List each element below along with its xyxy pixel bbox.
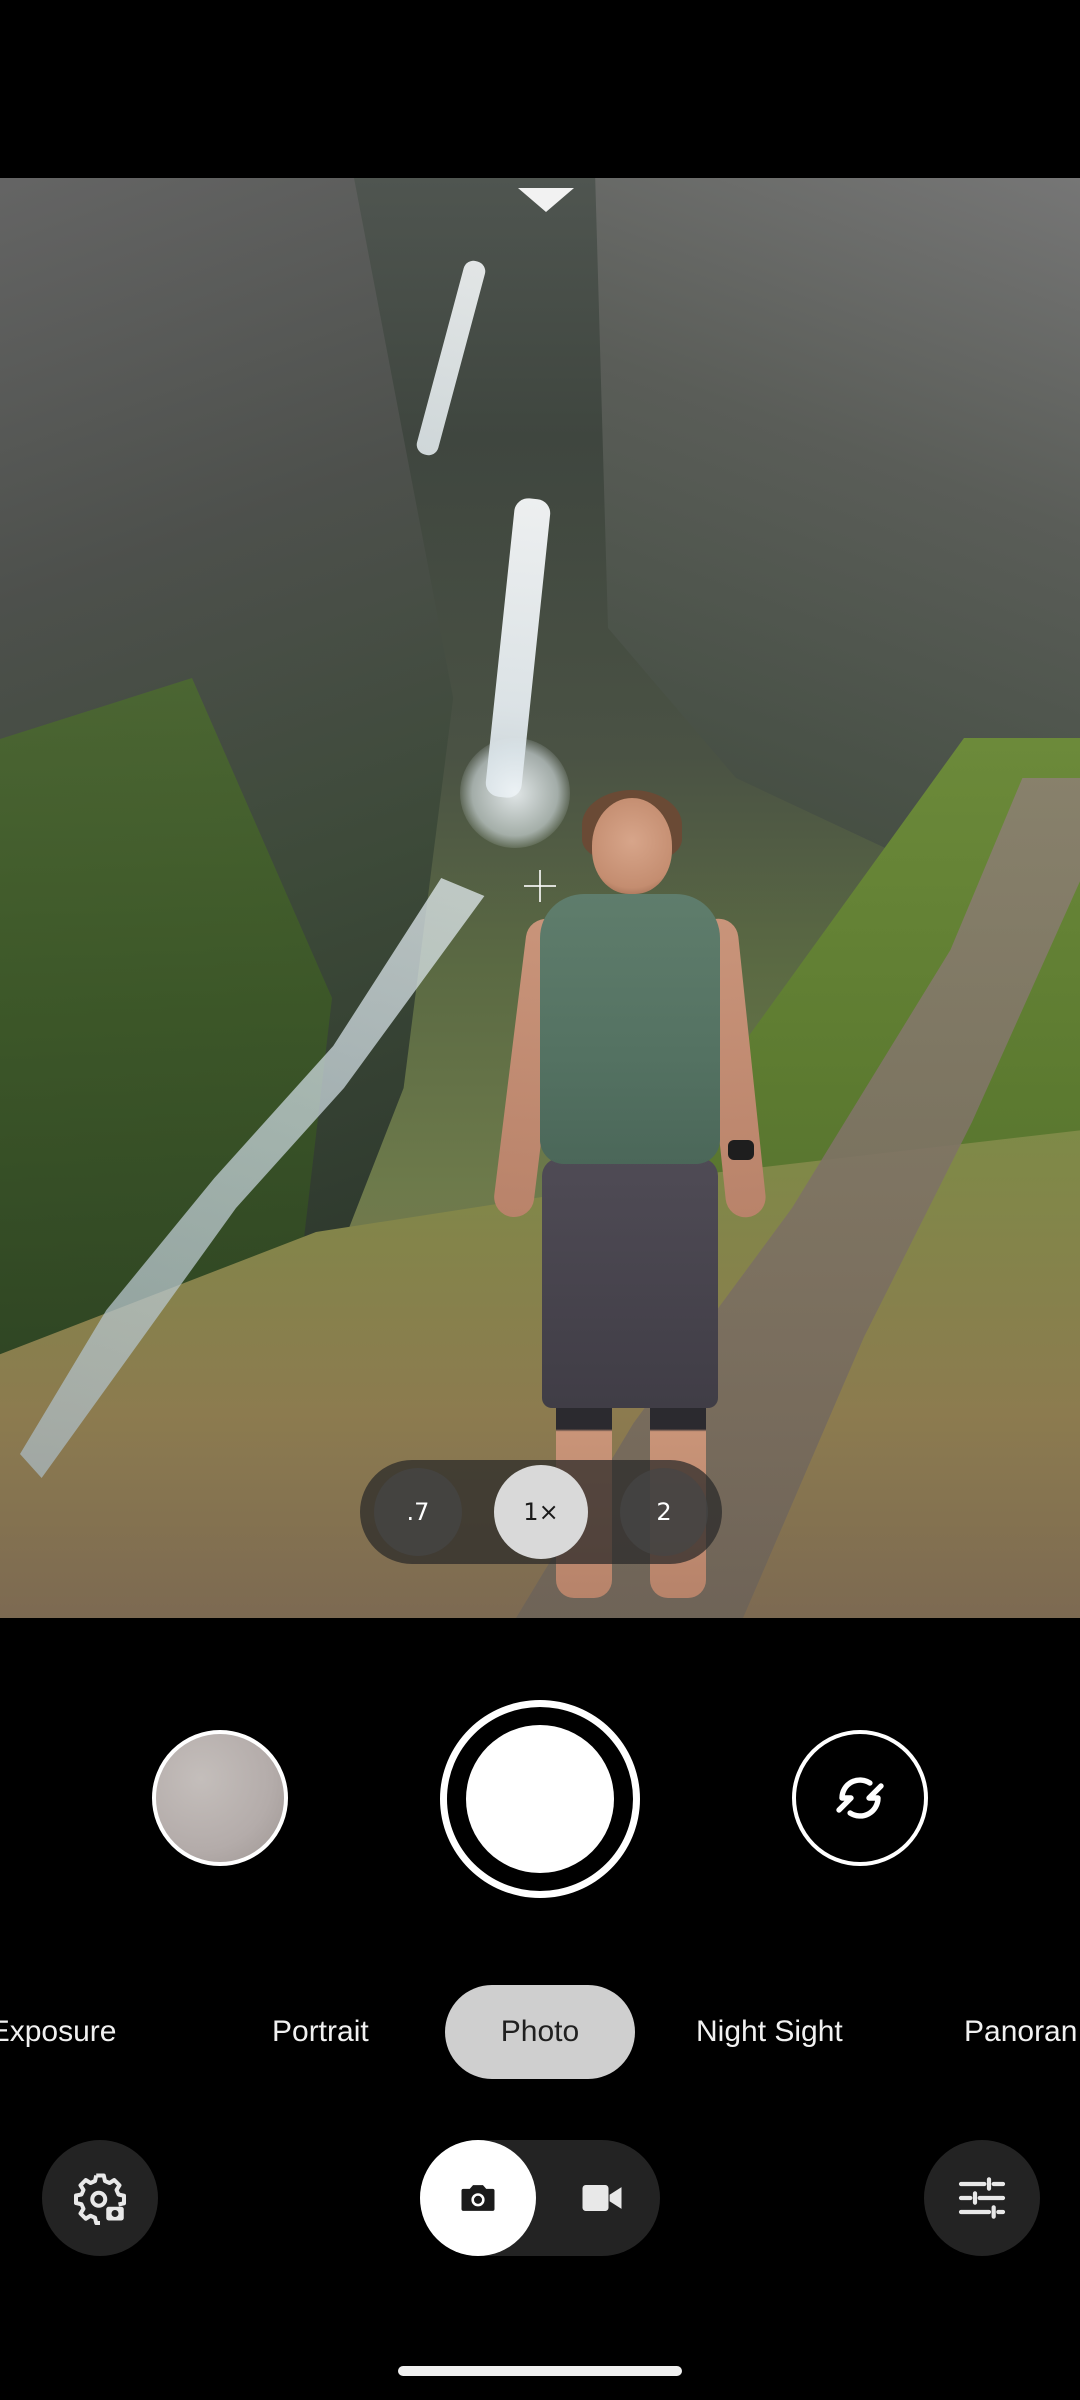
photo-capture-toggle[interactable] [420, 2140, 536, 2256]
zoom-selector: .7 1× 2 [360, 1460, 722, 1564]
camera-icon [461, 2185, 495, 2211]
zoom-2x-button[interactable]: 2 [620, 1468, 708, 1556]
photo-video-toggle [420, 2140, 660, 2256]
mode-night-sight[interactable]: Night Sight [696, 1985, 843, 2079]
scene-waterfall-upper [414, 258, 488, 458]
mode-long-exposure[interactable]: ng Exposure [0, 1985, 116, 2079]
tune-sliders-icon [958, 2177, 1006, 2219]
person-pants [542, 1158, 718, 1408]
video-camera-icon [582, 2185, 622, 2211]
mode-photo[interactable]: Photo [445, 1985, 635, 2079]
camera-settings-gear-icon [74, 2173, 126, 2225]
zoom-1x-button[interactable]: 1× [494, 1465, 588, 1559]
mode-portrait[interactable]: Portrait [272, 1985, 369, 2079]
mode-panorama[interactable]: Panoran [964, 1985, 1077, 2079]
camera-settings-button[interactable] [42, 2140, 158, 2256]
video-capture-toggle[interactable] [544, 2140, 660, 2256]
shutter-button[interactable] [440, 1700, 640, 1898]
tune-settings-button[interactable] [924, 2140, 1040, 2256]
person-head [592, 798, 672, 894]
camera-viewfinder[interactable] [0, 178, 1080, 1618]
scene-snow [518, 188, 574, 212]
switch-camera-button[interactable] [792, 1730, 928, 1866]
person-shirt [540, 894, 720, 1164]
shutter-icon [466, 1725, 614, 1873]
zoom-0.7-button[interactable]: .7 [374, 1468, 462, 1556]
switch-camera-icon [836, 1777, 884, 1819]
person-watch [728, 1140, 754, 1160]
focus-crosshair-icon [524, 870, 556, 902]
home-indicator[interactable] [398, 2366, 682, 2376]
mode-selector: ng Exposure Portrait Photo Night Sight P… [0, 1985, 1080, 2079]
last-photo-thumbnail[interactable] [152, 1730, 288, 1866]
